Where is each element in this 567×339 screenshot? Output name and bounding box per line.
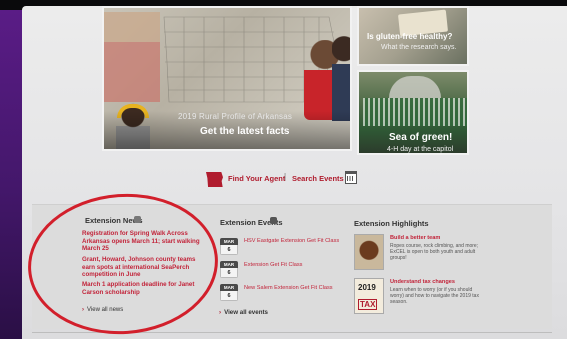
event-day: 6 <box>220 245 238 255</box>
find-agent-link[interactable]: Find Your Agent <box>228 174 285 183</box>
event-month: MAR <box>220 238 238 245</box>
hero-title[interactable]: Get the latest facts <box>200 126 289 137</box>
hero-subtitle: 2019 Rural Profile of Arkansas <box>178 112 293 121</box>
view-all-events-label: View all events <box>224 309 268 316</box>
calendar-icon[interactable] <box>345 171 357 184</box>
card-sea-of-green[interactable]: Sea of green! 4-H day at the capitol <box>357 70 469 155</box>
search-events-link[interactable]: Search Events <box>292 174 344 183</box>
arkansas-state-icon <box>206 172 223 187</box>
card-title: Is gluten-free healthy? <box>367 32 453 41</box>
event-link[interactable]: HSV Eastgate Extension Get Fit Class <box>244 238 339 244</box>
highlights-heading: Extension Highlights <box>354 219 429 228</box>
card-subtitle: 4-H day at the capitol <box>387 146 454 153</box>
event-date-badge: MAR 6 <box>220 261 238 278</box>
hero-photo-man <box>332 36 350 121</box>
event-month: MAR <box>220 261 238 268</box>
event-date-badge: MAR 6 <box>220 238 238 255</box>
card-gluten-free[interactable]: Is gluten-free healthy? What the researc… <box>357 6 469 66</box>
highlight-thumbnail-team[interactable] <box>354 234 384 270</box>
chevron-right-icon: › <box>219 309 222 316</box>
card-subtitle: What the research says. <box>381 44 457 51</box>
hero-photo-person <box>104 12 160 102</box>
capitol-photo <box>389 76 441 98</box>
event-link[interactable]: New Salem Extension Get Fit Class <box>244 285 333 291</box>
highlight-heading[interactable]: Understand tax changes <box>390 279 455 285</box>
highlight-body: Ropes course, rock climbing, and more; E… <box>390 243 479 262</box>
view-all-events-link[interactable]: › View all events <box>219 309 268 316</box>
hero-rural-profile[interactable]: 2019 Rural Profile of Arkansas Get the l… <box>102 6 352 151</box>
card-title: Sea of green! <box>389 132 453 143</box>
highlight-body: Learn when to worry (or if you should wo… <box>390 287 479 306</box>
event-month: MAR <box>220 284 238 291</box>
event-link[interactable]: Extension Get Fit Class <box>244 262 302 268</box>
highlight-thumbnail-tax[interactable]: 2019 TAX <box>354 278 384 314</box>
tax-thumb-label: TAX <box>358 299 378 310</box>
rss-icon[interactable] <box>270 217 277 224</box>
highlight-heading[interactable]: Build a better team <box>390 235 440 241</box>
crowd-photo <box>363 98 467 126</box>
event-day: 6 <box>220 268 238 278</box>
event-date-badge: MAR 6 <box>220 284 238 301</box>
web-page: 2019 Rural Profile of Arkansas Get the l… <box>22 6 567 339</box>
tax-thumb-year: 2019 <box>358 283 376 292</box>
link-separator: | <box>284 172 287 181</box>
event-day: 6 <box>220 291 238 301</box>
